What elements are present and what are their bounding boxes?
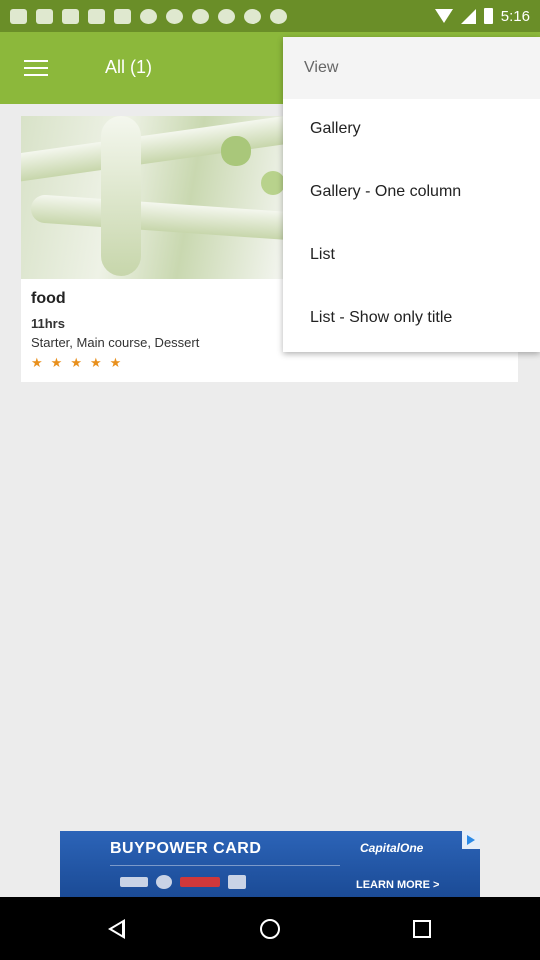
menu-item-list-show-only-title[interactable]: List - Show only title — [283, 289, 540, 352]
view-menu: View Gallery Gallery - One column List L… — [283, 37, 540, 352]
cat-face-icon — [62, 8, 79, 24]
page-title: All (1) — [105, 57, 153, 77]
menu-item-label: List — [310, 246, 335, 263]
star-icon: ★ — [70, 355, 82, 370]
pinterest-icon — [244, 8, 261, 24]
recipe-time: 11hrs — [31, 316, 65, 331]
ad-title: BUYPOWER CARD — [110, 840, 262, 857]
ad-choices-icon[interactable] — [462, 831, 480, 849]
recipe-categories: Starter, Main course, Dessert — [31, 335, 200, 350]
chevrolet-logo-icon — [120, 877, 148, 887]
status-time: 5:16 — [500, 7, 530, 25]
cat-face-icon — [10, 8, 27, 24]
signal-icon — [460, 8, 476, 24]
back-icon[interactable] — [108, 919, 125, 939]
ad-brand-logo: CapitalOne — [360, 841, 424, 855]
cat-face-icon — [114, 8, 131, 24]
view-menu-title: View — [304, 59, 339, 76]
buick-logo-icon — [156, 875, 172, 889]
ad-banner[interactable]: BUYPOWER CARD CapitalOne LEARN MORE > — [60, 831, 480, 897]
menu-icon[interactable] — [24, 60, 48, 76]
pinterest-icon — [192, 8, 209, 24]
esc-app-icon — [36, 8, 53, 24]
star-icon: ★ — [109, 355, 122, 370]
menu-item-label: Gallery - One column — [310, 183, 462, 200]
home-icon[interactable] — [260, 919, 280, 939]
menu-item-label: Gallery — [310, 120, 361, 137]
recent-apps-icon[interactable] — [413, 920, 431, 938]
star-icon: ★ — [89, 355, 102, 370]
gmc-logo-icon — [180, 877, 220, 887]
star-icon: ★ — [50, 355, 63, 370]
status-bar: 5:16 — [0, 0, 540, 32]
pinterest-icon — [166, 8, 183, 24]
battery-icon — [483, 8, 493, 24]
ad-car-logos — [120, 875, 246, 889]
ad-divider — [110, 865, 340, 866]
menu-item-gallery-one-column[interactable]: Gallery - One column — [283, 163, 540, 226]
star-icon: ★ — [31, 355, 43, 370]
menu-item-label: List - Show only title — [310, 309, 453, 326]
recipe-title: food — [31, 290, 66, 307]
notification-icons — [10, 8, 287, 24]
pinterest-icon — [140, 8, 157, 24]
pinterest-icon — [270, 8, 287, 24]
menu-item-gallery[interactable]: Gallery — [283, 100, 540, 163]
navigation-bar — [0, 897, 540, 960]
rating-stars: ★ ★ ★ ★ ★ — [31, 356, 121, 369]
cat-face-icon — [88, 8, 105, 24]
wifi-icon — [434, 9, 453, 23]
ad-learn-more[interactable]: LEARN MORE > — [356, 879, 439, 891]
menu-item-list[interactable]: List — [283, 226, 540, 289]
cadillac-logo-icon — [228, 875, 246, 889]
pinterest-icon — [218, 8, 235, 24]
view-menu-header: View — [283, 37, 540, 99]
